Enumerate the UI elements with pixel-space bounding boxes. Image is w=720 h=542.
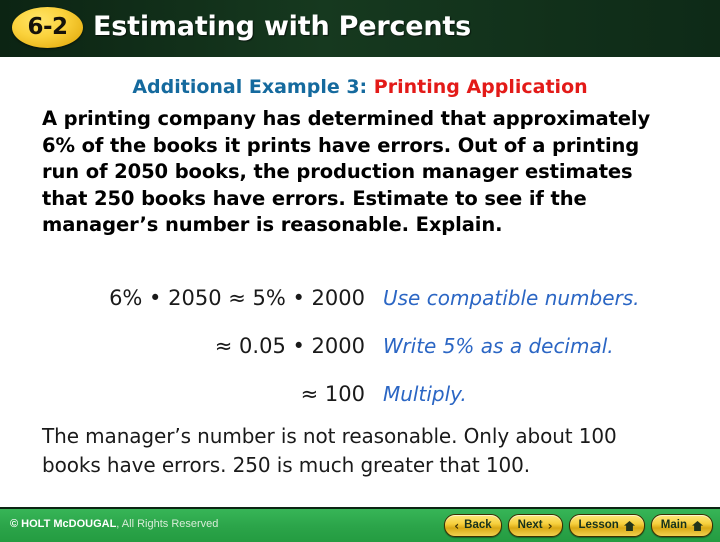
chevron-right-icon: › [547, 518, 553, 533]
copyright-notice: © HOLT McDOUGAL, All Rights Reserved [10, 518, 218, 530]
example-heading: Additional Example 3: Printing Applicati… [0, 76, 720, 98]
back-button-label: Back [464, 518, 492, 531]
slide-footer: © HOLT McDOUGAL, All Rights Reserved ‹ B… [0, 507, 720, 542]
copyright-publisher: © HOLT McDOUGAL [10, 518, 117, 530]
problem-statement: A printing company has determined that a… [42, 107, 651, 236]
example-heading-secondary: Printing Application [373, 76, 588, 98]
solution-steps: 6% • 2050 ≈ 5% • 2000 Use compatible num… [0, 286, 720, 430]
solution-step-row: ≈ 0.05 • 2000 Write 5% as a decimal. [0, 334, 720, 382]
slide-body: Additional Example 3: Printing Applicati… [0, 57, 720, 507]
home-icon [692, 520, 703, 531]
step-annotation: Multiply. [383, 382, 467, 406]
slide-header: 6-2 Estimating with Percents [0, 0, 720, 57]
step-annotation: Write 5% as a decimal. [383, 334, 614, 358]
lesson-number-badge: 6-2 [12, 7, 83, 48]
next-button[interactable]: Next › [507, 514, 563, 537]
copyright-rights: , All Rights Reserved [116, 518, 219, 530]
step-expression: 6% • 2050 ≈ 5% • 2000 [109, 286, 365, 310]
navigation-buttons: ‹ Back Next › Lesson Main [444, 514, 713, 537]
example-heading-primary: Additional Example 3: [132, 76, 368, 98]
main-button-label: Main [660, 518, 687, 531]
main-button[interactable]: Main [650, 514, 713, 537]
page-title: Estimating with Percents [93, 11, 471, 42]
next-button-label: Next [517, 518, 543, 531]
chevron-left-icon: ‹ [454, 518, 460, 533]
home-icon [623, 520, 635, 531]
step-expression: ≈ 100 [300, 382, 365, 406]
lesson-number-label: 6-2 [27, 14, 68, 40]
lesson-button[interactable]: Lesson [568, 514, 645, 537]
step-annotation: Use compatible numbers. [383, 286, 640, 310]
step-expression: ≈ 0.05 • 2000 [214, 334, 365, 358]
back-button[interactable]: ‹ Back [444, 514, 502, 537]
solution-step-row: 6% • 2050 ≈ 5% • 2000 Use compatible num… [0, 286, 720, 334]
lesson-button-label: Lesson [578, 518, 619, 531]
conclusion-text: The manager’s number is not reasonable. … [42, 424, 617, 477]
